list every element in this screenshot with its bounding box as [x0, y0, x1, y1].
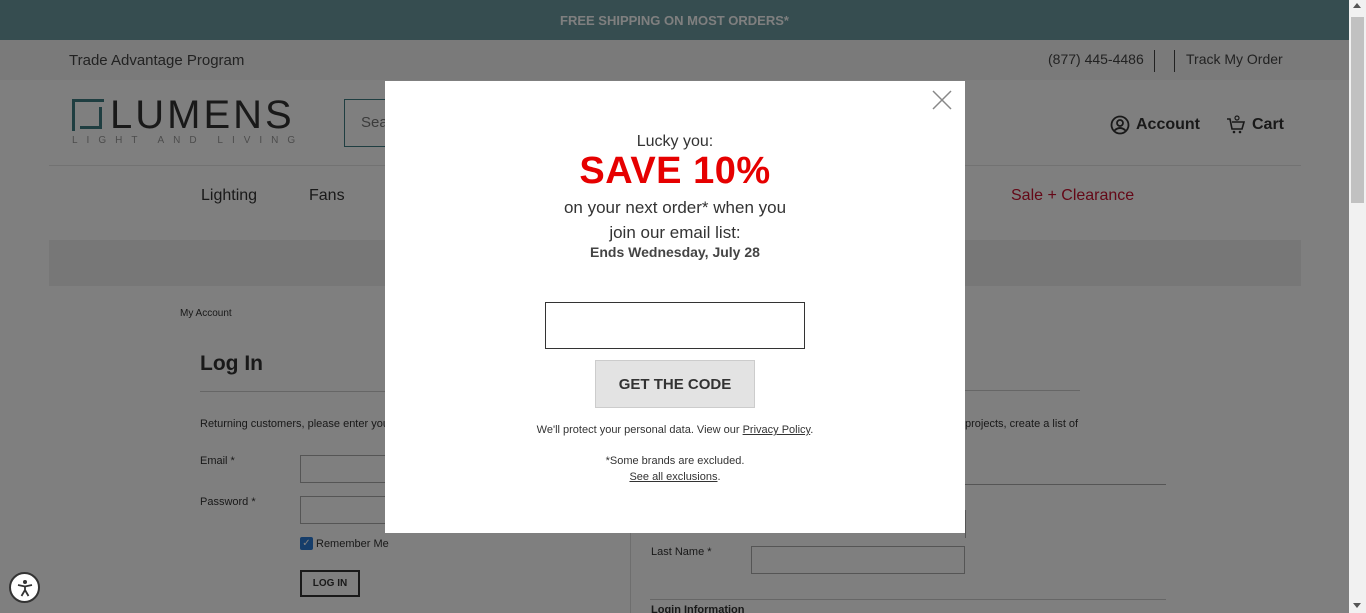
email-signup-modal: Lucky you: SAVE 10% on your next order* … [385, 81, 965, 533]
exclusions-link[interactable]: See all exclusions [629, 471, 717, 483]
modal-subtext: on your next order* when you join our em… [385, 195, 965, 245]
close-icon[interactable] [931, 89, 953, 111]
privacy-policy-link[interactable]: Privacy Policy [743, 424, 811, 436]
privacy-suffix: . [810, 424, 814, 436]
modal-headline: SAVE 10% [579, 150, 771, 192]
modal-eyebrow: Lucky you: [636, 133, 714, 150]
privacy-prefix: We'll protect your personal data. View o… [536, 424, 743, 436]
brands-note: *Some brands are excluded. [605, 455, 745, 467]
modal-subtext-line: on your next order* when you [563, 198, 787, 217]
offer-end-date: Ends Wednesday, July 28 [590, 244, 760, 260]
scroll-down-icon[interactable] [1353, 603, 1361, 608]
exclusions-note: See all exclusions. [385, 471, 965, 483]
accessibility-icon [17, 579, 32, 596]
scrollbar[interactable] [1349, 0, 1366, 613]
modal-subtext-line: join our email list: [609, 223, 741, 242]
email-input[interactable] [545, 302, 805, 349]
privacy-note: We'll protect your personal data. View o… [385, 424, 965, 436]
scroll-up-icon[interactable] [1353, 3, 1361, 8]
scroll-thumb[interactable] [1351, 17, 1364, 203]
get-code-button[interactable]: GET THE CODE [595, 360, 755, 408]
accessibility-button[interactable] [9, 572, 40, 603]
exclusions-suffix: . [717, 471, 721, 483]
